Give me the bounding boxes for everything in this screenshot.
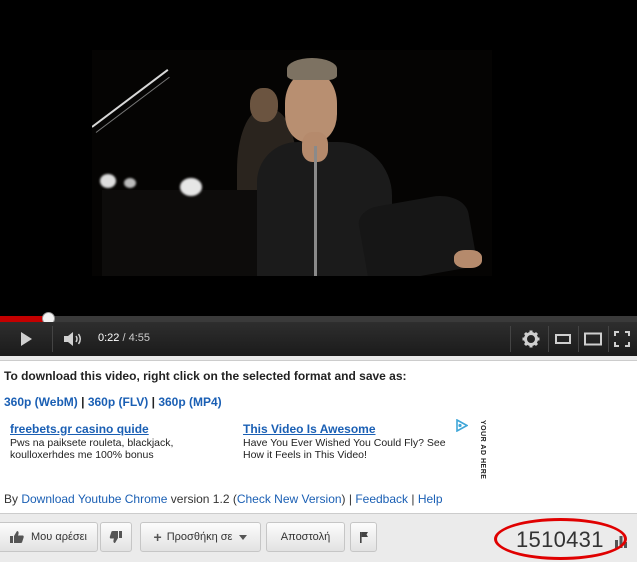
ad-block: freebets.gr casino quide Pws na paiksete…: [10, 422, 225, 461]
format-link-mp4[interactable]: 360p (MP4): [158, 395, 221, 409]
current-time: 0:22: [98, 332, 120, 344]
divider: [510, 326, 511, 352]
flag-icon: [359, 532, 368, 543]
like-button[interactable]: Μου αρέσει: [0, 522, 98, 552]
divider: [578, 326, 579, 352]
ad-text: koulloxerhdes me 100% bonus: [10, 449, 154, 461]
divider: [608, 326, 609, 352]
download-panel: To download this video, right click on t…: [0, 360, 637, 514]
format-links: 360p (WebM) | 360p (FLV) | 360p (MP4): [4, 395, 222, 409]
ad-block: This Video Is Awesome Have You Ever Wish…: [243, 422, 458, 461]
format-link-flv[interactable]: 360p (FLV): [88, 395, 148, 409]
small-player-button[interactable]: [550, 322, 576, 356]
large-player-icon: [584, 332, 602, 346]
video-player[interactable]: [0, 0, 637, 316]
add-to-button[interactable]: + Προσθήκη σε: [140, 522, 261, 552]
footer-separator: ) |: [341, 492, 356, 506]
ad-title-link[interactable]: freebets.gr casino quide: [10, 422, 225, 436]
feedback-link[interactable]: Feedback: [355, 492, 408, 506]
piano-lid-edge: [95, 76, 170, 133]
fullscreen-button[interactable]: [610, 322, 634, 356]
ad-text: Pws na paiksete rouleta, blackjack,: [10, 437, 174, 449]
singer-hand-right: [454, 250, 482, 268]
add-to-label: Προσθήκη σε: [166, 531, 233, 543]
stage-light: [124, 178, 136, 188]
check-version-link[interactable]: Check New Version: [237, 492, 342, 506]
small-player-icon: [555, 334, 571, 344]
gear-icon: [522, 330, 540, 348]
settings-button[interactable]: [516, 322, 546, 356]
product-link[interactable]: Download Youtube Chrome: [21, 492, 167, 506]
piano-body: [102, 190, 262, 276]
thumbs-down-icon: [109, 531, 122, 543]
panel-footer: By Download Youtube Chrome version 1.2 (…: [4, 492, 443, 506]
duration: 4:55: [128, 332, 151, 344]
help-link[interactable]: Help: [418, 492, 443, 506]
mic-stand: [314, 146, 317, 276]
format-separator: |: [77, 395, 88, 409]
version-text: version 1.2 (: [167, 492, 237, 506]
volume-icon: [64, 332, 81, 346]
player-controls: 0:22 / 4:55: [0, 322, 637, 356]
fullscreen-icon: [614, 331, 630, 347]
ad-title-link[interactable]: This Video Is Awesome: [243, 422, 458, 436]
video-frame[interactable]: [92, 50, 492, 276]
chevron-down-icon: [239, 534, 248, 540]
divider: [52, 326, 53, 352]
time-separator: /: [119, 332, 129, 344]
share-label: Αποστολή: [280, 531, 331, 543]
like-label: Μου αρέσει: [30, 531, 87, 543]
ad-placeholder-label: YOUR AD HERE: [479, 420, 486, 480]
volume-button[interactable]: [56, 322, 92, 356]
play-button[interactable]: [6, 322, 46, 356]
ad-text: Have You Ever Wished You Could Fly? See: [243, 437, 446, 449]
singer-cap: [287, 58, 337, 80]
stage-light: [180, 178, 202, 196]
download-title: To download this video, right click on t…: [4, 369, 407, 383]
adchoices-icon[interactable]: [455, 419, 468, 432]
stage-light: [100, 174, 116, 188]
time-display: 0:22 / 4:55: [98, 332, 150, 344]
share-button[interactable]: Αποστολή: [266, 522, 345, 552]
footer-by-text: By: [4, 492, 22, 506]
ad-text: How it Feels in This Video!: [243, 449, 367, 461]
thumbs-up-icon: [9, 531, 24, 543]
divider: [548, 326, 549, 352]
format-separator: |: [148, 395, 159, 409]
piano-lid: [92, 69, 169, 128]
format-link-webm[interactable]: 360p (WebM): [4, 395, 78, 409]
background-musician-face: [250, 88, 278, 122]
flag-button[interactable]: [350, 522, 377, 552]
large-player-button[interactable]: [580, 322, 606, 356]
highlight-ellipse: [494, 518, 627, 560]
plus-icon: +: [153, 529, 162, 545]
play-icon: [21, 332, 32, 346]
dislike-button[interactable]: [100, 522, 132, 552]
footer-separator: |: [408, 492, 418, 506]
